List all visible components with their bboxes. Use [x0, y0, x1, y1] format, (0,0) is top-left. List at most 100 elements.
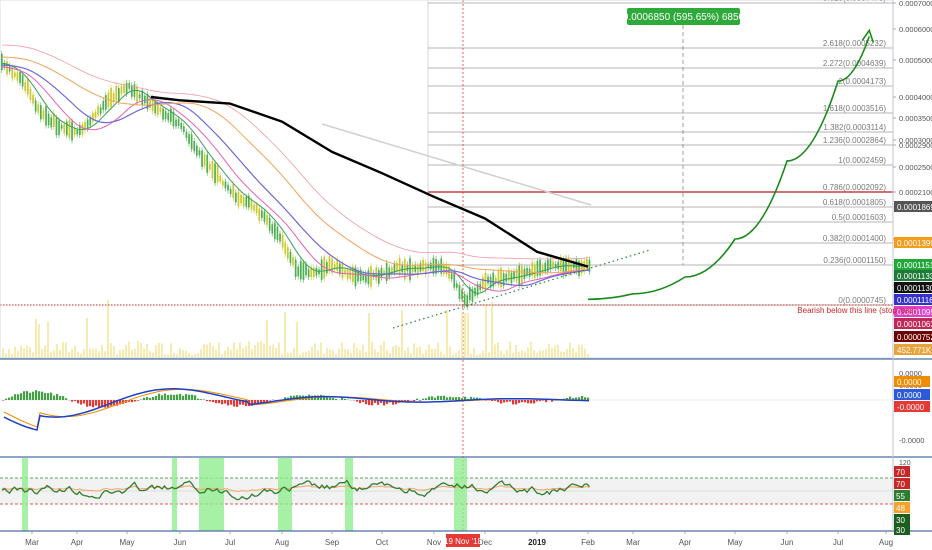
volume-bar: [176, 354, 178, 358]
volume-bar: [200, 349, 202, 358]
fib-level-label: 0(0.0000745): [838, 296, 886, 305]
fib-level-label: 2.272(0.0004639): [823, 59, 887, 68]
candle-body: [196, 145, 198, 156]
volume-bar: [497, 342, 499, 358]
volume-bar: [29, 347, 31, 358]
macd-hist-bar: [527, 400, 530, 404]
time-tick-label: Feb: [581, 538, 595, 547]
candle-body: [203, 154, 206, 166]
macd-hist-bar: [95, 400, 98, 406]
macd-hist-bar: [506, 400, 509, 402]
macd-hist-bar: [134, 400, 137, 402]
macd-hist-bar: [233, 400, 236, 407]
time-tick-label: Jun: [781, 538, 794, 547]
rsi-highlight-zone: [199, 458, 224, 531]
macd-hist-bar: [26, 391, 29, 400]
macd-hist-bar: [263, 400, 266, 402]
candle-body: [14, 72, 16, 78]
macd-hist-bar: [44, 393, 47, 400]
volume-bar: [404, 350, 406, 358]
candle-body: [305, 263, 307, 276]
candle-body: [463, 293, 466, 306]
macd-hist-bar: [50, 392, 53, 400]
macd-hist-bar: [200, 399, 203, 400]
volume-bar: [113, 346, 115, 358]
candle-body: [328, 256, 331, 271]
volume-bar: [566, 348, 568, 358]
candle-body: [320, 259, 323, 280]
candle-body: [232, 184, 235, 199]
time-tick-label: Apr: [679, 538, 692, 547]
macd-hist-bar: [464, 396, 467, 400]
macd-hist-bar: [341, 397, 344, 400]
volume-bar: [401, 309, 403, 358]
volume-bar: [278, 342, 280, 358]
volume-bar: [368, 313, 370, 358]
candle-body: [401, 264, 404, 273]
macd-hist-bar: [92, 400, 95, 408]
volume-bar: [575, 351, 577, 358]
macd-hist-bar: [20, 393, 23, 400]
candle-body: [229, 189, 232, 195]
volume-bar: [140, 342, 142, 358]
fib-level-label: 1(0.0002459): [838, 156, 886, 165]
candle-body: [300, 260, 302, 280]
macd-hist-bar: [140, 399, 143, 400]
volume-bar: [503, 354, 505, 358]
volume-bar: [254, 345, 256, 358]
volume-bar: [317, 350, 319, 358]
volume-bar: [533, 350, 535, 358]
candle-body: [484, 273, 487, 291]
candle-body: [138, 94, 141, 99]
macd-hist-bar: [434, 397, 437, 400]
macd-hist-bar: [269, 400, 272, 401]
volume-bar: [542, 350, 544, 358]
volume-bar: [17, 351, 19, 358]
macd-hist-bar: [194, 395, 197, 400]
macd-hist-bar: [197, 398, 200, 400]
candle-body: [99, 107, 102, 114]
candle-body: [21, 75, 24, 87]
trading-chart[interactable]: 3.618(0.0007473)2.618(0.0005232)2.272(0.…: [0, 0, 932, 550]
volume-bar: [545, 349, 547, 358]
volume-bar: [473, 348, 475, 358]
macd-hist-bar: [440, 396, 443, 400]
macd-hist-bar: [224, 400, 227, 404]
candle-body: [206, 154, 209, 173]
volume-bar: [56, 344, 58, 358]
candle-body: [255, 204, 258, 214]
volume-bar: [245, 345, 247, 358]
candle-body: [263, 211, 266, 222]
candle-body: [294, 259, 297, 278]
price-tick-label: 0.0004000: [899, 93, 932, 102]
macd-hist-bar: [518, 400, 521, 403]
volume-bar: [95, 348, 97, 358]
volume-bar: [239, 342, 241, 358]
candle-body: [42, 110, 45, 119]
macd-hist-bar: [137, 400, 140, 401]
volume-bar: [428, 344, 430, 358]
macd-hist-bar: [59, 396, 62, 400]
volume-bar: [53, 350, 55, 358]
macd-hist-bar: [497, 400, 500, 403]
macd-hist-bar: [2, 400, 5, 401]
macd-hist-bar: [185, 394, 188, 400]
rsi-badge-text: 70: [896, 480, 905, 489]
candle-body: [445, 264, 448, 275]
macd-hist-bar: [539, 400, 542, 402]
price-tick-label: 0.0002100: [899, 188, 932, 197]
volume-bar: [155, 345, 157, 358]
time-tick-label: Jul: [833, 538, 843, 547]
volume-bar: [35, 318, 37, 358]
volume-bar: [179, 348, 181, 358]
volume-bar: [38, 324, 40, 358]
volume-bar: [260, 341, 262, 358]
volume-bar: [305, 351, 307, 358]
volume-bar: [125, 344, 127, 358]
volume-bar: [230, 349, 232, 358]
volume-bar: [209, 341, 211, 358]
rsi-highlight-zone: [22, 458, 28, 531]
volume-bar: [518, 351, 520, 358]
volume-bar: [551, 347, 553, 358]
candle-body: [37, 104, 40, 113]
